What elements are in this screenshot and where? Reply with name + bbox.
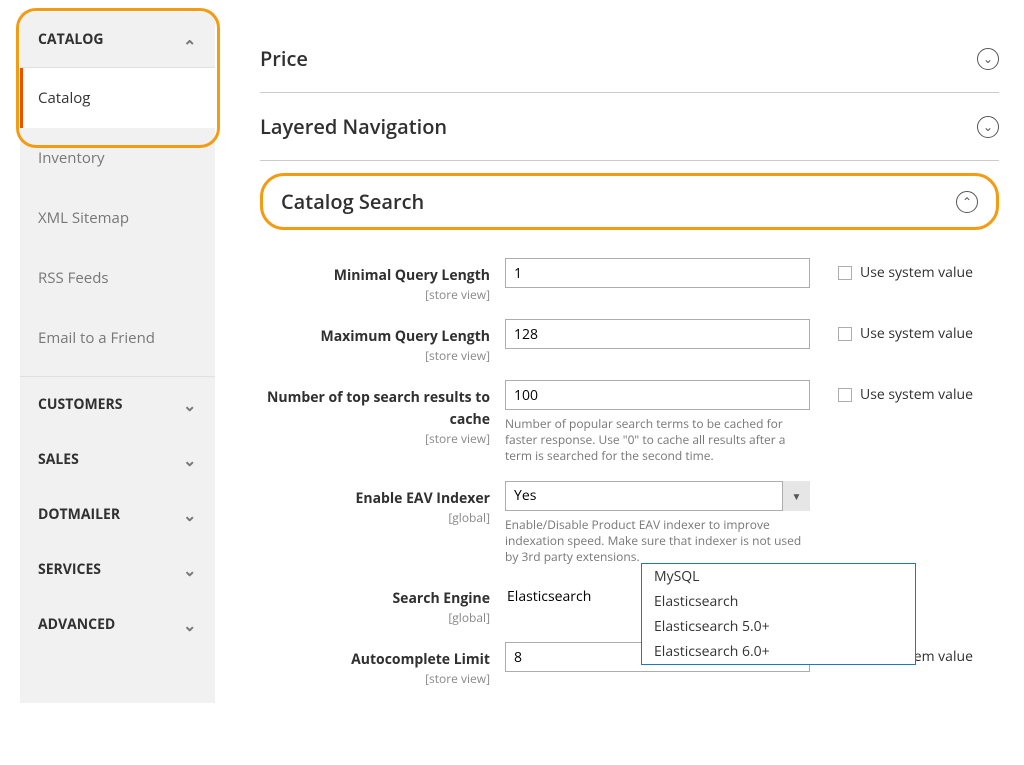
sidebar-group-label: CUSTOMERS (38, 395, 122, 414)
use-system-label: Use system value (860, 385, 973, 404)
chevron-up-icon (183, 33, 197, 47)
section-title: Catalog Search (281, 188, 424, 215)
expand-icon: ⌄ (977, 116, 999, 138)
engine-option-elasticsearch6[interactable]: Elasticsearch 6.0+ (642, 639, 915, 664)
sidebar-item-xml-sitemap[interactable]: XML Sitemap (20, 188, 215, 248)
field-label: Enable EAV Indexer (356, 489, 490, 508)
field-scope: [global] (260, 509, 490, 526)
min-query-input[interactable] (505, 258, 810, 288)
sidebar-group-label: SALES (38, 450, 79, 469)
collapse-icon: ⌃ (956, 191, 978, 213)
field-scope: [store view] (260, 670, 490, 687)
chevron-down-icon (183, 618, 197, 632)
field-label: Minimal Query Length (334, 266, 490, 285)
max-query-input[interactable] (505, 319, 810, 349)
section-layered-nav[interactable]: Layered Navigation ⌄ (260, 93, 999, 161)
sidebar-group-label: SERVICES (38, 560, 101, 579)
row-min-query: Minimal Query Length [store view] Use sy… (260, 258, 999, 303)
sidebar-item-inventory[interactable]: Inventory (20, 128, 215, 188)
engine-option-elasticsearch[interactable]: Elasticsearch (642, 589, 915, 614)
use-system-label: Use system value (860, 324, 973, 343)
field-scope: [store view] (260, 430, 490, 447)
sidebar-group-catalog[interactable]: CATALOG (20, 12, 215, 68)
sidebar-group-label: CATALOG (38, 30, 104, 49)
field-scope: [store view] (260, 347, 490, 364)
chevron-down-icon (183, 453, 197, 467)
search-engine-dropdown[interactable]: MySQL Elasticsearch Elasticsearch 5.0+ E… (641, 563, 916, 665)
field-label: Number of top search results to cache (267, 388, 490, 429)
row-top-cache: Number of top search results to cache [s… (260, 380, 999, 465)
field-label: Autocomplete Limit (351, 650, 490, 669)
chevron-down-icon (183, 563, 197, 577)
sidebar-group-services[interactable]: SERVICES (20, 542, 215, 597)
chevron-down-icon (183, 398, 197, 412)
field-label: Maximum Query Length (321, 327, 491, 346)
sidebar-group-label: ADVANCED (38, 615, 115, 634)
sidebar-group-sales[interactable]: SALES (20, 432, 215, 487)
field-label: Search Engine (392, 589, 490, 608)
expand-icon: ⌄ (977, 48, 999, 70)
sidebar-group-label: DOTMAILER (38, 505, 120, 524)
sidebar-item-catalog[interactable]: Catalog (20, 68, 215, 128)
section-price[interactable]: Price ⌄ (260, 25, 999, 93)
engine-option-mysql[interactable]: MySQL (642, 564, 915, 589)
top-cache-input[interactable] (505, 380, 810, 410)
field-scope: [global] (260, 609, 490, 626)
chevron-down-icon (183, 508, 197, 522)
use-system-checkbox[interactable] (838, 266, 852, 280)
sidebar: CATALOG Catalog Inventory XML Sitemap RS… (20, 12, 215, 703)
eav-indexer-select[interactable] (505, 481, 810, 511)
sidebar-group-dotmailer[interactable]: DOTMAILER (20, 487, 215, 542)
use-system-label: Use system value (860, 263, 973, 282)
sidebar-group-customers[interactable]: CUSTOMERS (20, 376, 215, 432)
use-system-checkbox[interactable] (838, 327, 852, 341)
sidebar-group-advanced[interactable]: ADVANCED (20, 597, 215, 652)
sidebar-item-email-friend[interactable]: Email to a Friend (20, 308, 215, 368)
section-title: Layered Navigation (260, 113, 447, 140)
field-scope: [store view] (260, 286, 490, 303)
field-hint: Number of popular search terms to be cac… (505, 416, 810, 465)
row-max-query: Maximum Query Length [store view] Use sy… (260, 319, 999, 364)
search-engine-value (505, 581, 625, 611)
section-title: Price (260, 45, 308, 72)
sidebar-item-rss-feeds[interactable]: RSS Feeds (20, 248, 215, 308)
field-hint: Enable/Disable Product EAV indexer to im… (505, 517, 810, 566)
engine-option-elasticsearch5[interactable]: Elasticsearch 5.0+ (642, 614, 915, 639)
row-eav-indexer: Enable EAV Indexer [global] ▼ Enable/Dis… (260, 481, 999, 566)
use-system-checkbox[interactable] (838, 388, 852, 402)
sidebar-catalog-items: Catalog Inventory XML Sitemap RSS Feeds … (20, 68, 215, 376)
section-catalog-search[interactable]: Catalog Search ⌃ (260, 173, 999, 230)
